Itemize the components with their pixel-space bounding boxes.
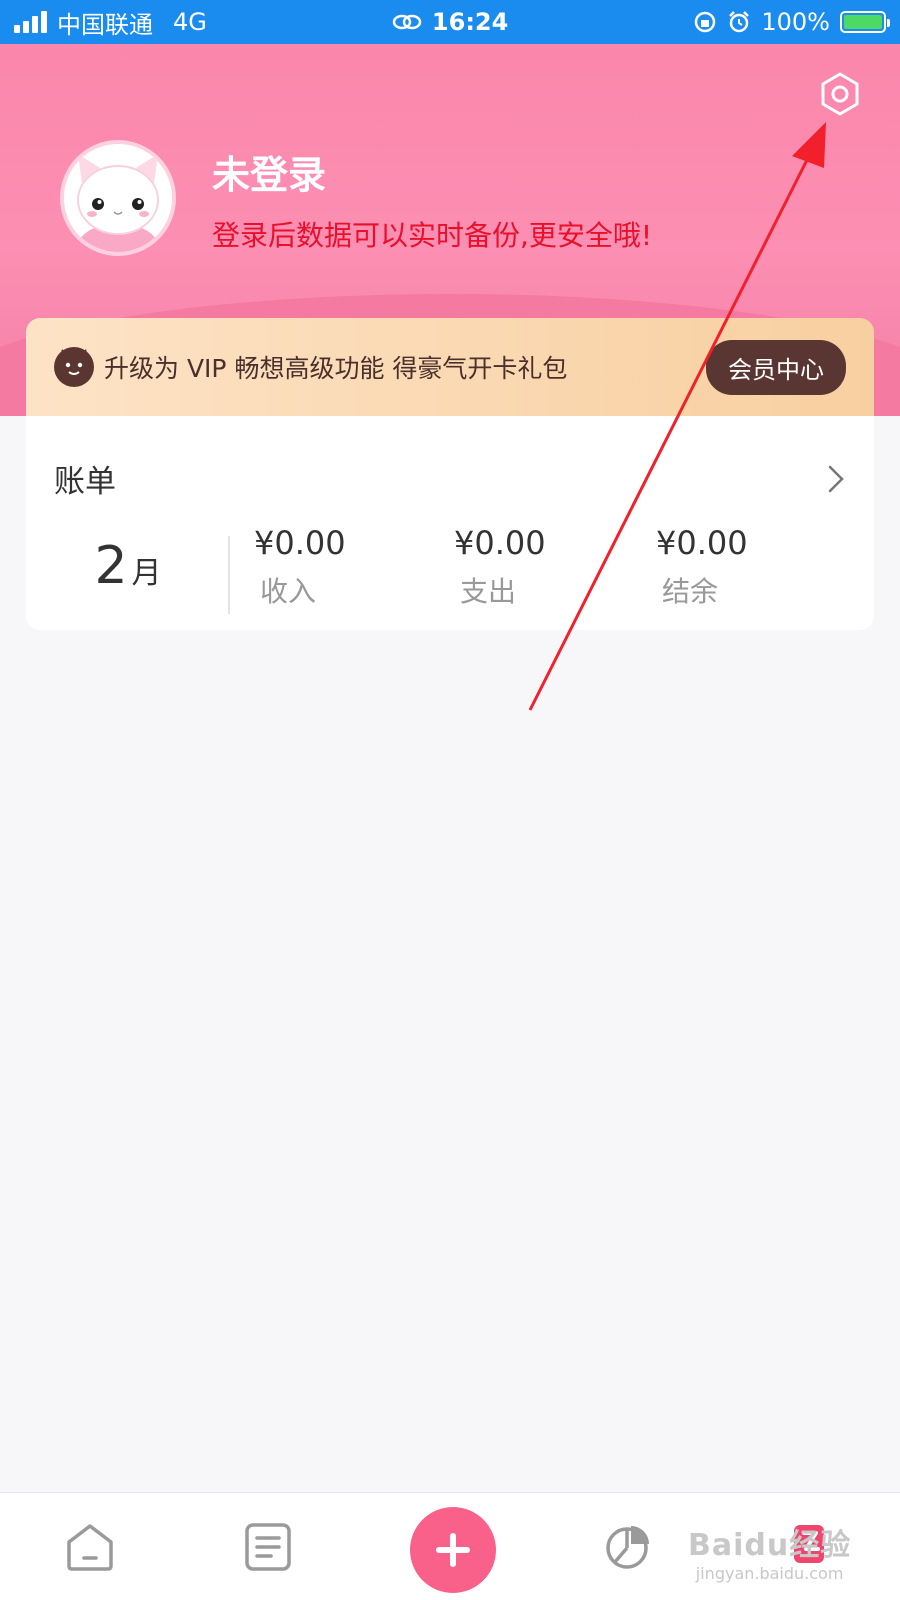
tab-charts[interactable] [600, 1519, 656, 1575]
income-value: ¥0.00 [254, 524, 346, 562]
stat-balance: ¥0.00 结余 [656, 524, 748, 610]
bill-divider [228, 536, 230, 614]
home-icon [67, 1524, 113, 1571]
cat-avatar-icon [64, 144, 172, 252]
balance-value: ¥0.00 [656, 524, 748, 562]
balance-label: 结余 [662, 575, 719, 608]
signal-icon [14, 11, 47, 33]
battery-percent: 100% [761, 8, 830, 36]
chart-icon [606, 1526, 649, 1569]
bill-header-row[interactable]: 账单 [54, 456, 846, 501]
stat-income: ¥0.00 收入 [254, 524, 346, 610]
chevron-right-icon [828, 465, 844, 492]
status-bar: 中国联通 4G 16:24 100% [0, 0, 900, 44]
vip-face-icon [54, 347, 94, 387]
carrier-name: 中国联通 [57, 10, 153, 39]
login-status-title[interactable]: 未登录 [212, 144, 326, 199]
watermark-sub: jingyan.baidu.com [695, 1564, 844, 1583]
tab-home[interactable] [62, 1519, 118, 1575]
link-icon [392, 14, 422, 30]
rotation-lock-icon [695, 11, 716, 33]
network-type: 4G [173, 8, 207, 36]
settings-button[interactable] [812, 66, 868, 122]
gear-icon [821, 72, 859, 116]
month-display[interactable]: 2 月 [26, 536, 230, 596]
list-icon [245, 1523, 291, 1571]
tab-bills[interactable] [240, 1519, 296, 1575]
status-bar-left: 中国联通 4G [14, 5, 207, 40]
battery-icon [840, 11, 890, 33]
bill-title: 账单 [54, 464, 116, 500]
vip-banner[interactable]: 升级为 VIP 畅想高级功能 得豪气开卡礼包 会员中心 [26, 318, 874, 416]
watermark-main: Baidu经验 [688, 1528, 852, 1563]
add-record-button[interactable] [410, 1507, 496, 1593]
stat-expense: ¥0.00 支出 [454, 524, 546, 610]
member-center-button[interactable]: 会员中心 [706, 339, 846, 395]
status-bar-center: 16:24 [392, 8, 508, 36]
clock-time: 16:24 [431, 8, 509, 36]
month-unit: 月 [131, 556, 162, 591]
avatar[interactable] [60, 140, 176, 256]
alarm-icon [729, 11, 750, 33]
status-bar-right: 100% [693, 8, 890, 36]
vip-promo-text: 升级为 VIP 畅想高级功能 得豪气开卡礼包 [104, 354, 568, 383]
bill-card: 账单 2 月 ¥0.00 收入 ¥0.00 支出 ¥0.00 结余 [26, 416, 874, 630]
income-label: 收入 [260, 575, 317, 608]
expense-label: 支出 [460, 575, 517, 608]
month-number: 2 [94, 536, 128, 596]
login-hint-text: 登录后数据可以实时备份,更安全哦! [212, 219, 653, 252]
expense-value: ¥0.00 [454, 524, 546, 562]
add-icon [436, 1533, 470, 1567]
baidu-watermark: Baidu经验 jingyan.baidu.com [688, 1520, 851, 1583]
